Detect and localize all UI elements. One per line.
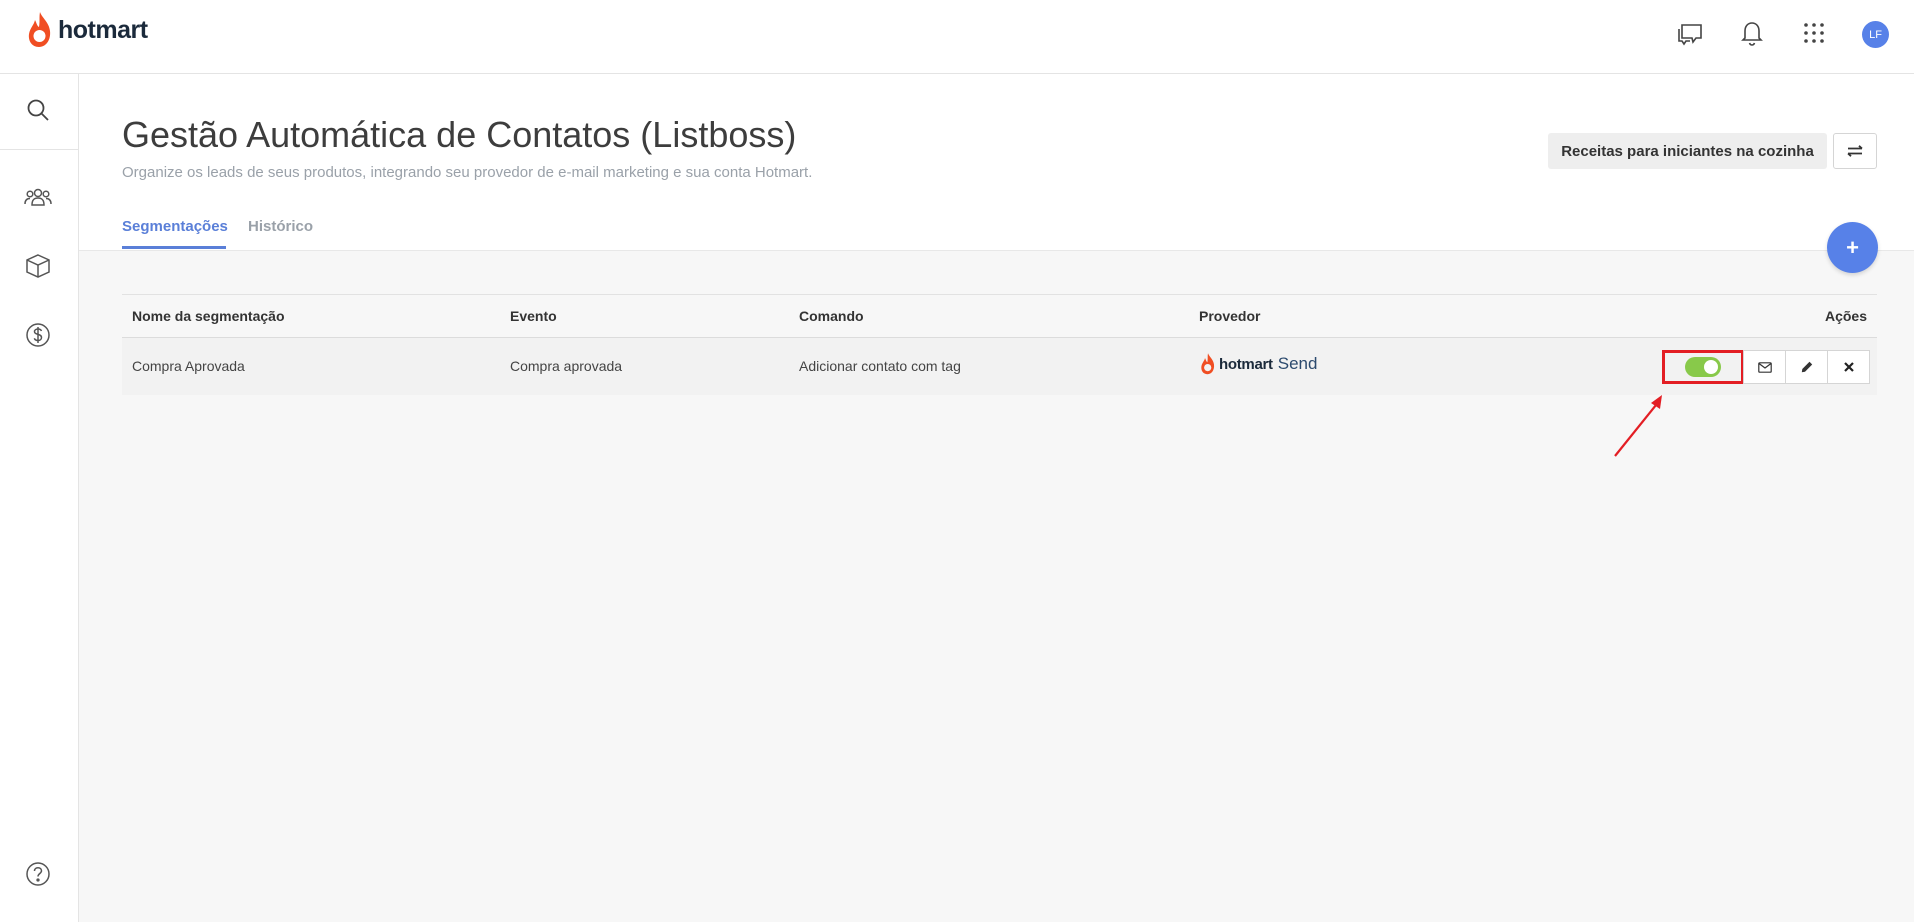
brand-name: hotmart <box>58 15 148 44</box>
header-nome: Nome da segmentação <box>132 308 285 324</box>
swap-icon <box>1847 145 1863 157</box>
apps-grid-icon[interactable] <box>1798 17 1830 49</box>
dollar-icon[interactable] <box>22 319 54 351</box>
envelope-icon <box>1757 361 1772 373</box>
users-icon[interactable] <box>22 181 54 213</box>
cell-event: Compra aprovada <box>510 358 623 374</box>
table-row: Compra Aprovada Compra aprovada Adiciona… <box>122 338 1877 395</box>
cell-command: Adicionar contato com tag <box>799 358 961 374</box>
header-acoes: Ações <box>1824 308 1867 324</box>
edit-button[interactable] <box>1785 350 1828 384</box>
flame-icon <box>1201 353 1215 375</box>
search-icon[interactable] <box>22 94 54 126</box>
bell-icon[interactable] <box>1736 17 1768 49</box>
page-subtitle: Organize os leads de seus produtos, inte… <box>122 164 813 181</box>
sidebar <box>0 74 79 922</box>
provider-brand: hotmart <box>1219 355 1273 373</box>
switch-product-button[interactable] <box>1833 133 1877 169</box>
top-bar: hotmart LF <box>0 0 1914 74</box>
box-icon[interactable] <box>22 250 54 282</box>
pencil-icon <box>1801 361 1812 373</box>
header-provedor: Provedor <box>1199 308 1261 324</box>
email-button[interactable] <box>1743 350 1786 384</box>
segmentations-table: Nome da segmentação Evento Comando Prove… <box>122 294 1877 395</box>
row-actions <box>1662 350 1870 384</box>
product-selector-button[interactable]: Receitas para iniciantes na cozinha <box>1548 133 1827 169</box>
avatar[interactable]: LF <box>1862 21 1889 48</box>
flame-icon <box>28 12 51 47</box>
enable-toggle[interactable] <box>1685 357 1721 377</box>
provider-logo: hotmart Send <box>1199 352 1317 376</box>
annotation-arrow-icon <box>1614 395 1662 457</box>
add-segmentation-button[interactable]: + <box>1827 222 1878 273</box>
help-icon[interactable] <box>22 858 54 890</box>
highlight-box <box>1662 350 1744 384</box>
tab-historico[interactable]: Histórico <box>248 218 313 235</box>
close-icon <box>1843 362 1854 372</box>
page-title: Gestão Automática de Contatos (Listboss) <box>122 114 797 155</box>
tab-segmentacoes[interactable]: Segmentações <box>122 218 228 235</box>
header-comando: Comando <box>799 308 864 324</box>
hotmart-logo[interactable]: hotmart <box>25 10 148 50</box>
table-header: Nome da segmentação Evento Comando Prove… <box>122 294 1877 338</box>
provider-product: Send <box>1277 354 1318 373</box>
cell-name: Compra Aprovada <box>132 358 245 374</box>
sidebar-divider <box>0 149 78 150</box>
chat-icon[interactable] <box>1674 17 1706 49</box>
active-tab-indicator <box>122 246 226 249</box>
delete-button[interactable] <box>1827 350 1870 384</box>
toggle-knob <box>1704 360 1718 374</box>
header-evento: Evento <box>510 308 557 324</box>
